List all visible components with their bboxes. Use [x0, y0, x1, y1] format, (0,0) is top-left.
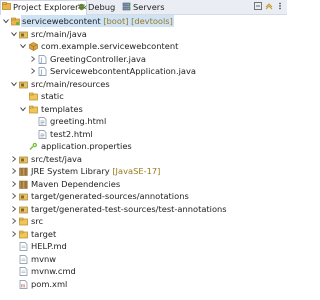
tree-item-help-md[interactable]: HELP.md: [0, 240, 287, 252]
chevron-right-icon[interactable]: [11, 155, 17, 162]
tree-item-pom-xml[interactable]: m pom.xml: [0, 278, 287, 290]
collapse-all-icon[interactable]: [254, 2, 262, 10]
svg-text:J: J: [39, 69, 42, 76]
library-icon: [19, 167, 28, 176]
tree-item-label: target/generated-sources/annotations: [31, 191, 189, 201]
source-folder-icon: [19, 81, 28, 88]
chevron-down-icon[interactable]: [20, 106, 26, 112]
chevron-down-icon[interactable]: [11, 81, 17, 87]
tree-item-generated-sources[interactable]: target/generated-sources/annotations: [0, 190, 287, 202]
tree-item-label: servicewebcontent [boot] [devtools]: [21, 15, 174, 27]
tree-item-label: test2.html: [50, 128, 93, 139]
link-with-editor-icon[interactable]: [265, 2, 273, 10]
file-icon: [19, 242, 28, 251]
tree-item-package[interactable]: com.example.servicewebcontent: [0, 40, 287, 52]
source-folder-icon: [19, 206, 28, 213]
tree-item-project[interactable]: servicewebcontent [boot] [devtools]: [0, 15, 287, 27]
tree-item-label: GreetingController.java: [50, 53, 147, 64]
tree-item-test2-html[interactable]: test2.html: [0, 128, 287, 140]
xml-file-icon: m: [19, 279, 28, 289]
folder-icon: [19, 230, 28, 238]
project-explorer-icon: [2, 2, 11, 10]
svg-text:J: J: [39, 57, 42, 64]
java-file-icon: J: [38, 67, 47, 76]
chevron-right-icon[interactable]: [11, 168, 17, 174]
tree-item-label: src/test/java: [31, 153, 83, 164]
tree-item-mvnw[interactable]: mvnw: [0, 253, 287, 265]
svg-text:m: m: [21, 283, 26, 289]
source-folder-icon: [19, 193, 28, 201]
tree-item-static[interactable]: static: [0, 90, 287, 102]
chevron-right-icon[interactable]: [11, 205, 17, 212]
tree-item-label: mvnw.cmd: [31, 266, 76, 276]
tree-item-label: mvnw: [31, 253, 57, 264]
tree-item-label: greeting.html: [50, 116, 107, 126]
html-file-icon: [38, 117, 47, 126]
chevron-down-icon[interactable]: [11, 31, 17, 37]
file-icon: [19, 254, 28, 264]
chevron-right-icon[interactable]: [30, 68, 36, 74]
tree-item-label: application.properties: [41, 141, 132, 151]
tab-label: Project Explorer: [13, 2, 79, 12]
tree-item-jre-library[interactable]: JRE System Library [JavaSE-17]: [0, 165, 287, 177]
tree-item-label: pom.xml: [31, 278, 68, 289]
tree-item-label: ServicewebcontentApplication.java: [50, 66, 196, 76]
view-toolbar: [254, 2, 284, 12]
servers-icon: [122, 2, 131, 11]
tree-item-label: target: [31, 228, 57, 239]
tab-label: Debug: [88, 2, 116, 12]
chevron-right-icon[interactable]: [11, 230, 17, 237]
source-folder-icon: [19, 31, 28, 38]
chevron-down-icon[interactable]: [20, 43, 26, 49]
tree-item-greeting-controller[interactable]: J GreetingController.java: [0, 53, 287, 65]
tree-item-label: Maven Dependencies: [31, 178, 121, 189]
folder-icon: [19, 217, 28, 226]
tree-item-label: templates: [41, 103, 83, 114]
source-folder-icon: [19, 156, 28, 163]
tree-item-src[interactable]: src: [0, 215, 287, 227]
tree-item-label: com.example.servicewebcontent: [41, 41, 179, 51]
project-decoration: [boot] [devtools]: [100, 16, 173, 26]
tree-item-target[interactable]: target: [0, 228, 287, 240]
html-file-icon: [38, 129, 47, 139]
tree-item-src-main-resources[interactable]: src/main/resources: [0, 78, 287, 90]
tree-item-src-main-java[interactable]: src/main/java: [0, 28, 287, 40]
tree-item-mvnw-cmd[interactable]: mvnw.cmd: [0, 265, 287, 277]
tree-item-templates[interactable]: templates: [0, 103, 287, 115]
chevron-right-icon[interactable]: [30, 55, 36, 62]
chevron-right-icon[interactable]: [11, 180, 17, 187]
project-icon: [11, 17, 20, 26]
chevron-down-icon[interactable]: [3, 18, 9, 24]
folder-icon: [29, 92, 38, 101]
folder-icon: [29, 105, 38, 113]
library-icon: [19, 180, 28, 189]
tree-item-application-properties[interactable]: application.properties: [0, 140, 287, 152]
tree-item-label: JRE System Library [JavaSE-17]: [31, 166, 161, 176]
tree-item-label: target/generated-test-sources/test-annot…: [31, 203, 227, 214]
chevron-right-icon[interactable]: [11, 218, 17, 224]
tab-servers[interactable]: Servers: [121, 1, 179, 13]
tree-item-label: src/main/java: [31, 28, 87, 39]
tree-item-generated-test-sources[interactable]: target/generated-test-sources/test-annot…: [0, 203, 287, 215]
view-menu-icon[interactable]: [276, 2, 284, 10]
package-icon: [29, 42, 38, 51]
chevron-right-icon[interactable]: [11, 193, 17, 199]
tree-item-label: static: [41, 91, 64, 101]
properties-file-icon: [29, 142, 37, 151]
view-tab-bar: Project Explorer ✕ Debug Servers: [0, 0, 287, 15]
tree-item-maven-dependencies[interactable]: Maven Dependencies: [0, 178, 287, 190]
tree-item-label: src/main/resources: [31, 78, 110, 89]
tree-item-label: src: [31, 216, 44, 226]
tree-item-label: HELP.md: [31, 241, 67, 251]
tree-item-src-test-java[interactable]: src/test/java: [0, 153, 287, 165]
tab-project-explorer[interactable]: Project Explorer ✕: [0, 0, 87, 15]
tree-item-greeting-html[interactable]: greeting.html: [0, 115, 287, 127]
tab-label: Servers: [133, 2, 165, 12]
jre-decoration: [JavaSE-17]: [109, 166, 161, 176]
tree-item-application-java[interactable]: J ServicewebcontentApplication.java: [0, 65, 287, 77]
debug-icon: [78, 3, 85, 11]
java-file-icon: J: [38, 54, 47, 64]
file-icon: [19, 267, 28, 276]
